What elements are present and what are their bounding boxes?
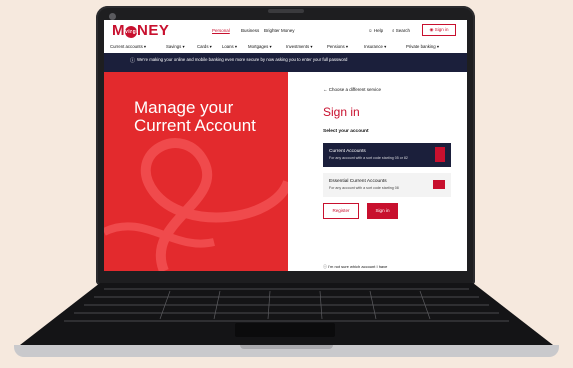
segment-brighter-money[interactable]: Brighter Money (264, 28, 295, 33)
signin-button[interactable]: Sign in (367, 203, 398, 219)
nav-loans[interactable]: Loans ▾ (222, 44, 237, 50)
essential-current-accounts-option[interactable]: Essential Current Accounts For any accou… (323, 173, 451, 197)
card-image-icon (433, 180, 445, 189)
laptop-screen: MvirginNEY Personal Business Brighter Mo… (104, 20, 467, 271)
signin-panel: ← Choose a different service Sign in Sel… (288, 72, 467, 271)
banner-text: We're making your online and mobile bank… (137, 57, 348, 62)
hero-panel: Manage your Current Account (104, 72, 288, 271)
nav-private-banking[interactable]: Private banking ▾ (406, 44, 439, 50)
account-option-subtitle: For any account with a sort code startin… (329, 156, 408, 160)
account-option-subtitle: For any account with a sort code startin… (329, 186, 399, 190)
nav-insurance[interactable]: Insurance ▾ (364, 44, 386, 50)
nav-current-accounts[interactable]: Current accounts ▾ (110, 44, 146, 50)
security-banner: ⓘ We're making your online and mobile ba… (104, 53, 467, 72)
segment-business[interactable]: Business (241, 28, 259, 33)
help-link[interactable]: ☺ Help (368, 28, 383, 33)
search-link[interactable]: ⌕ Search (392, 28, 410, 33)
header-signin-button[interactable]: ◉ Sign in (422, 24, 456, 36)
hero-title: Manage your Current Account (134, 98, 256, 135)
account-option-title: Current Accounts (329, 149, 366, 154)
virgin-money-logo[interactable]: MvirginNEY (112, 23, 169, 39)
nav-pensions[interactable]: Pensions ▾ (327, 44, 348, 50)
camera-notch (268, 9, 304, 13)
current-accounts-option[interactable]: Current Accounts For any account with a … (323, 143, 451, 167)
signin-heading: Sign in (323, 105, 360, 119)
trackpad (235, 323, 335, 337)
account-help-link[interactable]: ⓘ I'm not sure which account I have (323, 264, 387, 270)
nav-mortgages[interactable]: Mortgages ▾ (248, 44, 272, 50)
nav-savings[interactable]: Savings ▾ (166, 44, 185, 50)
laptop-lip (240, 345, 333, 349)
choose-service-link[interactable]: ← Choose a different service (323, 87, 381, 92)
nav-investments[interactable]: Investments ▾ (286, 44, 313, 50)
site-header: MvirginNEY Personal Business Brighter Mo… (104, 20, 467, 41)
camera-icon (109, 13, 116, 20)
virgin-badge-icon: virgin (125, 26, 141, 38)
register-button[interactable]: Register (323, 203, 359, 219)
select-account-label: Select your account (323, 129, 369, 134)
nav-cards[interactable]: Cards ▾ (197, 44, 212, 50)
card-image-icon (435, 147, 445, 162)
segment-personal[interactable]: Personal (212, 28, 230, 33)
info-icon: ⓘ (130, 58, 136, 64)
account-option-title: Essential Current Accounts (329, 179, 387, 184)
